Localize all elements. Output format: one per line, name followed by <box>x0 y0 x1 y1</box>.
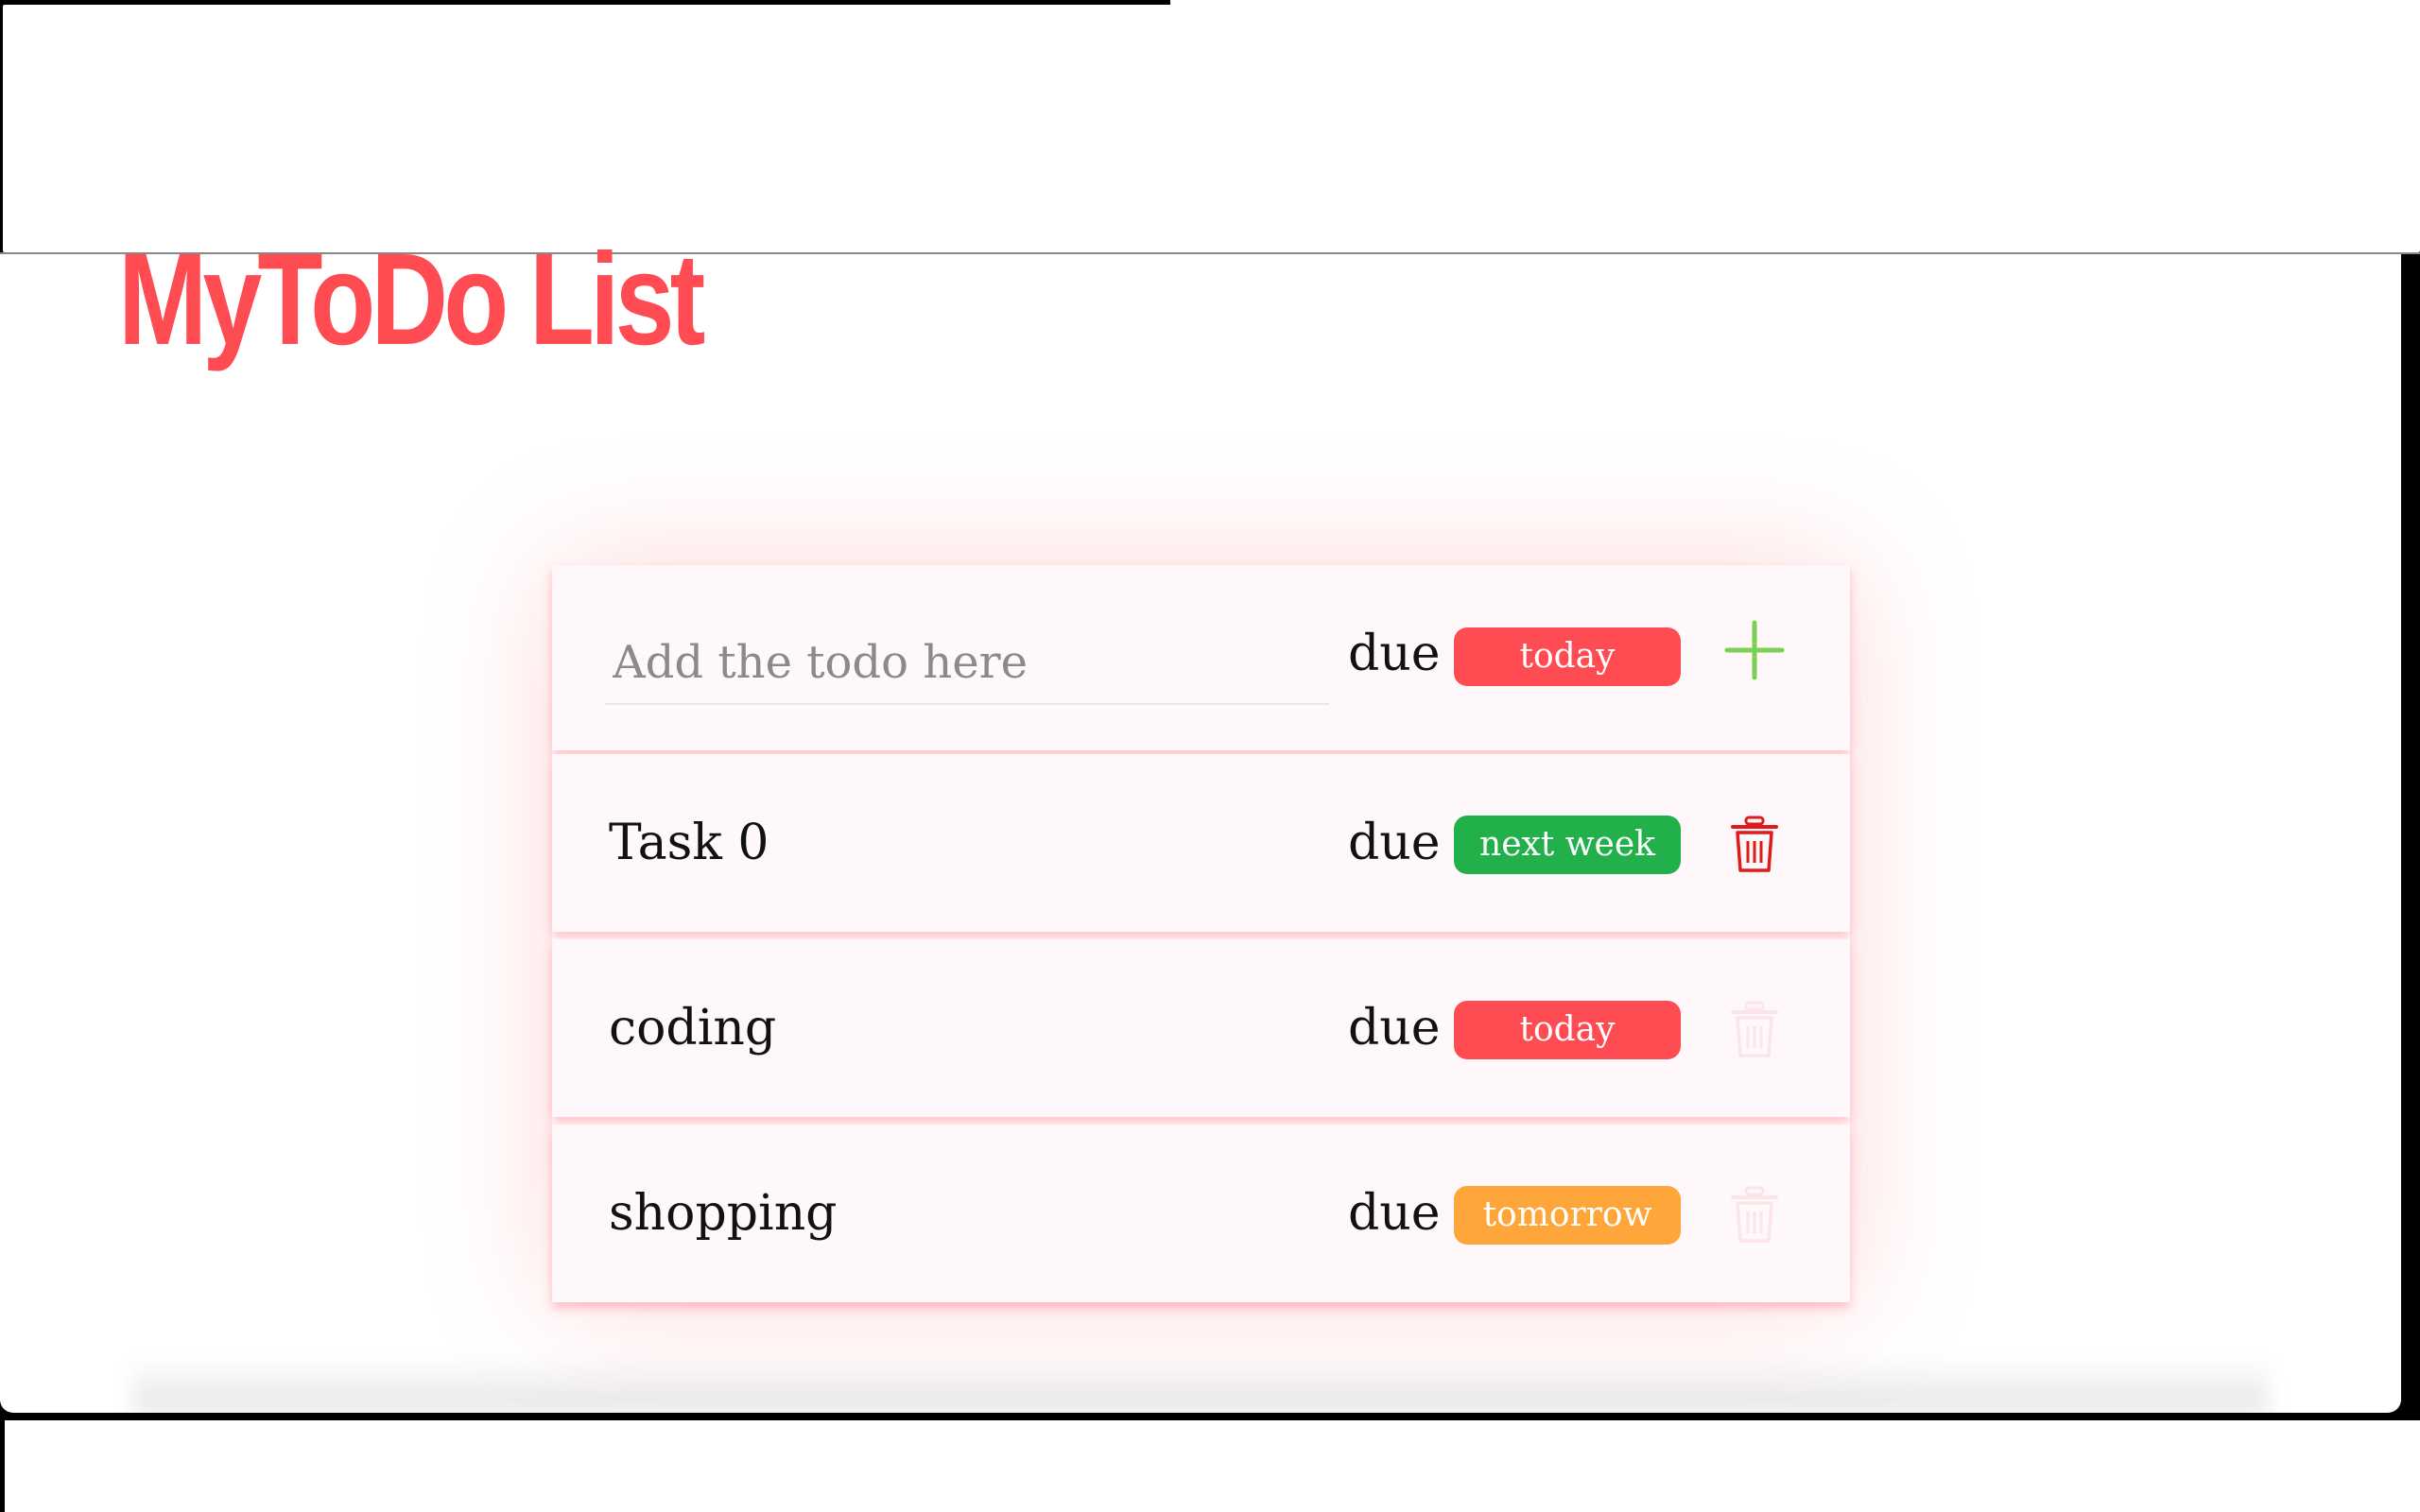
due-label: due <box>1348 1000 1441 1057</box>
due-label: due <box>1348 1185 1441 1242</box>
add-button[interactable] <box>1717 612 1792 688</box>
trash-icon <box>1731 1186 1778 1243</box>
top-blank-area <box>3 5 2420 252</box>
delete-button[interactable] <box>1717 1177 1792 1253</box>
due-badge[interactable]: today <box>1454 1001 1681 1059</box>
due-badge[interactable]: tomorrow <box>1454 1186 1681 1245</box>
list-item: shopping due tomorrow <box>552 1125 1850 1302</box>
task-label: Task 0 <box>609 815 769 871</box>
trash-icon <box>1731 816 1778 872</box>
delete-button[interactable] <box>1717 807 1792 883</box>
list-item: coding due today <box>552 939 1850 1117</box>
due-badge[interactable]: next week <box>1454 816 1681 874</box>
new-todo-row: due today <box>552 565 1850 750</box>
delete-button[interactable] <box>1717 992 1792 1068</box>
list-item: Task 0 due next week <box>552 754 1850 932</box>
page-title: MyToDo List <box>118 227 705 372</box>
bottom-blank-area <box>5 1420 2420 1512</box>
todo-input[interactable] <box>605 622 1329 705</box>
plus-icon <box>1724 620 1785 680</box>
due-select[interactable]: today <box>1454 627 1681 686</box>
screen: MyToDo List due today Task 0 due next we… <box>0 0 2420 1512</box>
trash-icon <box>1731 1001 1778 1057</box>
task-label: coding <box>609 1000 777 1057</box>
todo-list: due today Task 0 due next week <box>552 565 1850 1302</box>
page-shadow <box>132 1356 2269 1413</box>
due-label: due <box>1348 626 1441 682</box>
due-label: due <box>1348 815 1441 871</box>
task-label: shopping <box>609 1185 838 1242</box>
